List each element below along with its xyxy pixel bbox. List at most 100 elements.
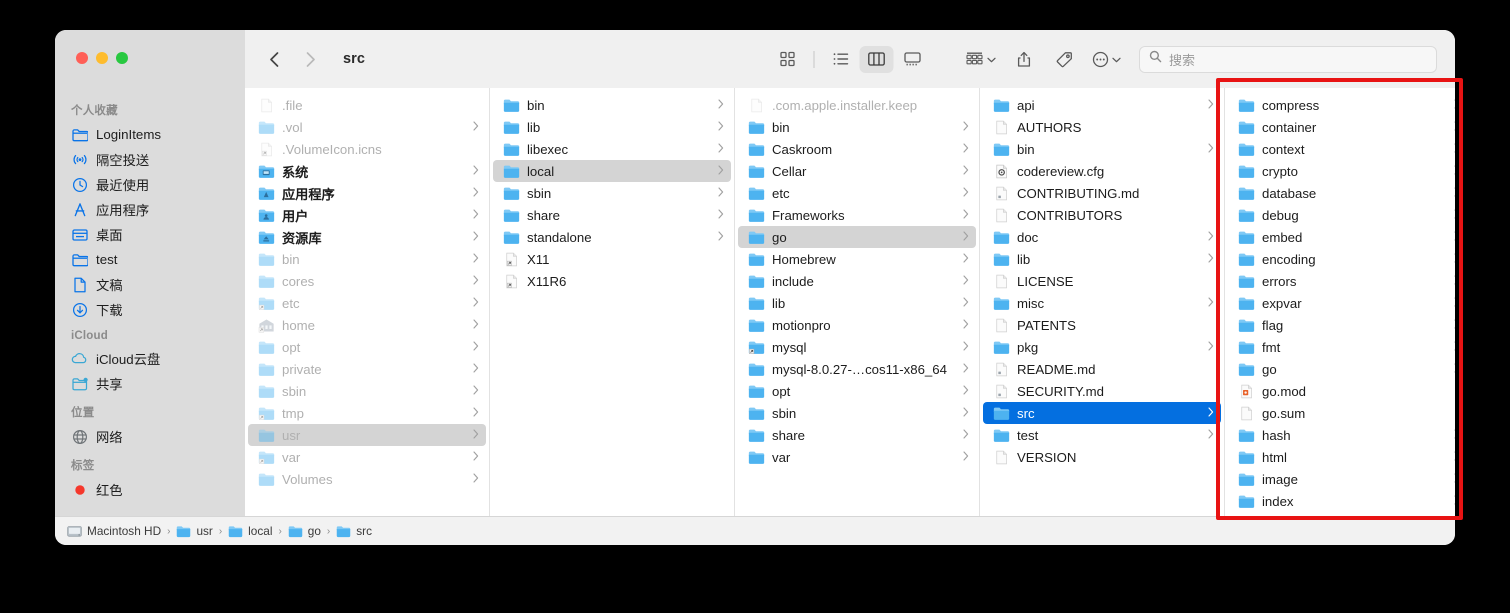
file-row[interactable]: hash [1228,424,1455,446]
list-view-button[interactable] [824,46,858,73]
file-row[interactable]: lib [738,292,976,314]
file-row[interactable]: test [983,424,1221,446]
file-row[interactable]: pkg [983,336,1221,358]
file-row[interactable]: sbin [248,380,486,402]
file-row[interactable]: bin [248,248,486,270]
search-field[interactable]: 搜索 [1139,45,1437,73]
file-row[interactable]: SECURITY.md [983,380,1221,402]
breadcrumb-item[interactable]: src [336,524,372,538]
file-row[interactable]: usr [248,424,486,446]
close-button[interactable] [76,52,88,64]
file-row[interactable]: lib [983,248,1221,270]
file-row[interactable]: .vol [248,116,486,138]
file-row[interactable]: opt [738,380,976,402]
file-row[interactable]: go.mod [1228,380,1455,402]
file-row[interactable]: sbin [493,182,731,204]
file-row[interactable]: var [248,446,486,468]
breadcrumb-item[interactable]: local [228,524,272,538]
file-row[interactable]: tmp [248,402,486,424]
breadcrumb-item[interactable]: Macintosh HD [67,524,161,538]
breadcrumb-item[interactable]: usr [176,524,213,538]
file-row[interactable]: errors [1228,270,1455,292]
file-row[interactable]: share [493,204,731,226]
file-row[interactable]: standalone [493,226,731,248]
file-row[interactable]: local [493,160,731,182]
file-row[interactable]: .file [248,94,486,116]
file-row[interactable]: libexec [493,138,731,160]
file-row[interactable]: Volumes [248,468,486,490]
file-row[interactable]: encoding [1228,248,1455,270]
file-row[interactable]: CONTRIBUTORS [983,204,1221,226]
sidebar-item-loginitems[interactable]: LoginItems [55,122,245,147]
file-row[interactable]: embed [1228,226,1455,248]
sidebar-item-隔空投送[interactable]: 隔空投送 [55,147,245,172]
file-row[interactable]: bin [493,94,731,116]
share-button[interactable] [1010,46,1038,73]
file-row[interactable]: .com.apple.installer.keep [738,94,976,116]
file-row[interactable]: var [738,446,976,468]
back-button[interactable] [263,46,285,72]
sidebar-item-红色[interactable]: 红色 [55,477,245,502]
sidebar-item-test[interactable]: test [55,247,245,272]
file-row[interactable]: PATENTS [983,314,1221,336]
file-row[interactable]: share [738,424,976,446]
file-row[interactable]: container [1228,116,1455,138]
gallery-view-button[interactable] [896,46,930,73]
sidebar-item-最近使用[interactable]: 最近使用 [55,172,245,197]
file-row[interactable]: Caskroom [738,138,976,160]
file-row[interactable]: CONTRIBUTING.md [983,182,1221,204]
file-row[interactable]: X11R6 [493,270,731,292]
file-row[interactable]: private [248,358,486,380]
more-actions-button[interactable] [1090,46,1123,73]
sidebar-item-共享[interactable]: 共享 [55,371,245,396]
file-row[interactable]: motionpro [738,314,976,336]
file-row[interactable]: 应用程序 [248,182,486,204]
file-row[interactable]: database [1228,182,1455,204]
tag-button[interactable] [1050,46,1078,73]
file-row[interactable]: VERSION [983,446,1221,468]
zoom-button[interactable] [116,52,128,64]
file-row[interactable]: opt [248,336,486,358]
file-row[interactable]: AUTHORS [983,116,1221,138]
sidebar-item-文稿[interactable]: 文稿 [55,272,245,297]
file-row[interactable]: Frameworks [738,204,976,226]
sidebar-item-应用程序[interactable]: 应用程序 [55,197,245,222]
file-row[interactable]: Homebrew [738,248,976,270]
file-row[interactable]: crypto [1228,160,1455,182]
forward-button[interactable] [299,46,321,72]
breadcrumb-item[interactable]: go [288,524,321,538]
file-row[interactable]: README.md [983,358,1221,380]
sidebar-item-下载[interactable]: 下载 [55,297,245,322]
file-row[interactable]: flag [1228,314,1455,336]
file-row[interactable]: sbin [738,402,976,424]
group-by-button[interactable] [963,46,998,73]
file-row[interactable]: go [738,226,976,248]
file-row[interactable]: go [1228,358,1455,380]
file-row[interactable]: index [1228,490,1455,512]
file-row[interactable]: misc [983,292,1221,314]
file-row[interactable]: codereview.cfg [983,160,1221,182]
file-row[interactable]: lib [493,116,731,138]
file-row[interactable]: image [1228,468,1455,490]
file-row[interactable]: 用户 [248,204,486,226]
file-row[interactable]: bin [738,116,976,138]
file-row[interactable]: src [983,402,1221,424]
minimize-button[interactable] [96,52,108,64]
file-row[interactable]: fmt [1228,336,1455,358]
file-row[interactable]: expvar [1228,292,1455,314]
file-row[interactable]: bin [983,138,1221,160]
sidebar-item-icloud云盘[interactable]: iCloud云盘 [55,346,245,371]
file-row[interactable]: home [248,314,486,336]
file-row[interactable]: api [983,94,1221,116]
file-row[interactable]: go.sum [1228,402,1455,424]
file-row[interactable]: mysql-8.0.27-…cos11-x86_64 [738,358,976,380]
file-row[interactable]: 资源库 [248,226,486,248]
file-row[interactable]: doc [983,226,1221,248]
file-row[interactable]: Cellar [738,160,976,182]
file-row[interactable]: context [1228,138,1455,160]
file-row[interactable]: html [1228,446,1455,468]
file-row[interactable]: mysql [738,336,976,358]
sidebar-item-桌面[interactable]: 桌面 [55,222,245,247]
file-row[interactable]: .VolumeIcon.icns [248,138,486,160]
icon-view-button[interactable] [771,46,805,73]
